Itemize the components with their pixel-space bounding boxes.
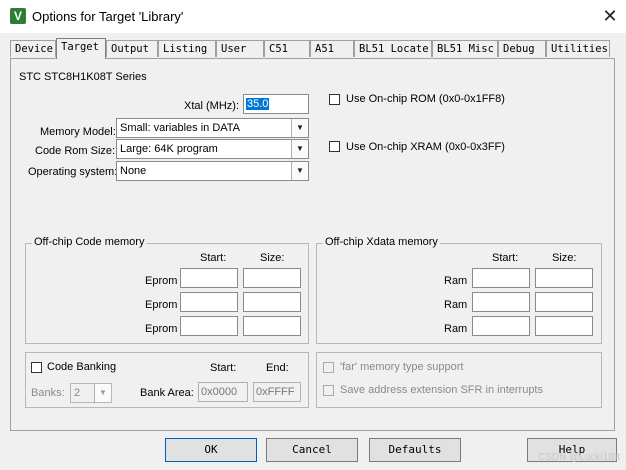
eprom-start-input[interactable]	[180, 292, 238, 312]
eprom-size-input[interactable]	[243, 268, 301, 288]
banks-label: Banks:	[31, 387, 65, 399]
tab-listing[interactable]: Listing	[158, 40, 216, 57]
code-rom-select[interactable]: Large: 64K program ▼	[116, 139, 309, 159]
memory-model-select[interactable]: Small: variables in DATA ▼	[116, 118, 309, 138]
xtal-input[interactable]: 35.0	[243, 94, 309, 114]
banks-select[interactable]: 2 ▼	[70, 383, 112, 403]
xdata-start-label: Start:	[492, 252, 519, 264]
tab-a51[interactable]: A51	[310, 40, 354, 57]
banks-value: 2	[74, 387, 81, 399]
offchip-code-title: Off-chip Code memory	[32, 236, 147, 248]
eprom-label: Eprom	[145, 299, 178, 311]
ram-size-input[interactable]	[535, 268, 593, 288]
save-sfr-label: Save address extension SFR in interrupts	[340, 384, 543, 396]
onchip-rom-label: Use On-chip ROM (0x0-0x1FF8)	[346, 93, 505, 105]
bank-end-label: End:	[266, 362, 289, 374]
code-banking-label: Code Banking	[47, 361, 117, 373]
onchip-xram-label: Use On-chip XRAM (0x0-0x3FF)	[346, 141, 505, 153]
tab-target[interactable]: Target	[56, 38, 106, 59]
tab-utilities[interactable]: Utilities	[546, 40, 610, 57]
eprom-label: Eprom	[145, 275, 178, 287]
ram-size-input[interactable]	[535, 292, 593, 312]
chevron-down-icon[interactable]: ▼	[94, 384, 111, 402]
close-icon[interactable]: ✕	[598, 4, 622, 28]
bank-start-label: Start:	[210, 362, 237, 374]
code-banking-checkbox[interactable]	[31, 362, 42, 373]
os-label: Operating system:	[28, 166, 118, 178]
ram-start-input[interactable]	[472, 316, 530, 336]
tab-output[interactable]: Output	[106, 40, 158, 57]
eprom-start-input[interactable]	[180, 268, 238, 288]
code-size-label: Size:	[260, 252, 285, 264]
xdata-size-label: Size:	[552, 252, 577, 264]
onchip-rom-checkbox[interactable]	[329, 94, 340, 105]
xtal-value: 35.0	[246, 98, 270, 110]
tab-bl51-misc[interactable]: BL51 Misc	[432, 40, 498, 57]
memory-model-value: Small: variables in DATA	[120, 122, 241, 134]
eprom-start-input[interactable]	[180, 316, 238, 336]
os-select[interactable]: None ▼	[116, 161, 309, 181]
chevron-down-icon[interactable]: ▼	[291, 162, 308, 180]
eprom-label: Eprom	[145, 323, 178, 335]
code-rom-value: Large: 64K program	[120, 143, 218, 155]
far-memory-checkbox[interactable]	[323, 362, 334, 373]
eprom-size-input[interactable]	[243, 316, 301, 336]
code-rom-label: Code Rom Size:	[35, 145, 116, 157]
tab-bl51-locate[interactable]: BL51 Locate	[354, 40, 432, 57]
keil-app-icon: V	[10, 8, 26, 24]
ram-start-input[interactable]	[472, 292, 530, 312]
tab-c51[interactable]: C51	[264, 40, 310, 57]
code-start-label: Start:	[200, 252, 227, 264]
chevron-down-icon[interactable]: ▼	[291, 119, 308, 137]
ram-size-input[interactable]	[535, 316, 593, 336]
ram-label: Ram	[444, 323, 468, 335]
xtal-label: Xtal (MHz):	[184, 100, 239, 112]
device-series-label: STC STC8H1K08T Series	[19, 71, 147, 83]
watermark-text: CSDN @Lucki1Bit	[538, 452, 620, 463]
bank-area-label: Bank Area:	[140, 387, 194, 399]
bank-start-input[interactable]: 0x0000	[198, 382, 248, 402]
onchip-xram-checkbox[interactable]	[329, 141, 340, 152]
defaults-button[interactable]: Defaults	[369, 438, 461, 462]
tab-device[interactable]: Device	[10, 40, 56, 57]
cancel-button[interactable]: Cancel	[266, 438, 358, 462]
tab-debug[interactable]: Debug	[498, 40, 546, 57]
tab-user[interactable]: User	[216, 40, 264, 57]
chevron-down-icon[interactable]: ▼	[291, 140, 308, 158]
ram-start-input[interactable]	[472, 268, 530, 288]
bank-end-input[interactable]: 0xFFFF	[253, 382, 301, 402]
ram-label: Ram	[444, 275, 468, 287]
memory-model-label: Memory Model:	[40, 126, 116, 138]
window-title: Options for Target 'Library'	[32, 9, 184, 24]
title-bar: V Options for Target 'Library' ✕	[0, 0, 626, 33]
far-memory-label: 'far' memory type support	[340, 361, 464, 373]
ok-button[interactable]: OK	[165, 438, 257, 462]
eprom-size-input[interactable]	[243, 292, 301, 312]
offchip-xdata-title: Off-chip Xdata memory	[323, 236, 440, 248]
os-value: None	[120, 165, 147, 177]
save-sfr-checkbox[interactable]	[323, 385, 334, 396]
ram-label: Ram	[444, 299, 468, 311]
